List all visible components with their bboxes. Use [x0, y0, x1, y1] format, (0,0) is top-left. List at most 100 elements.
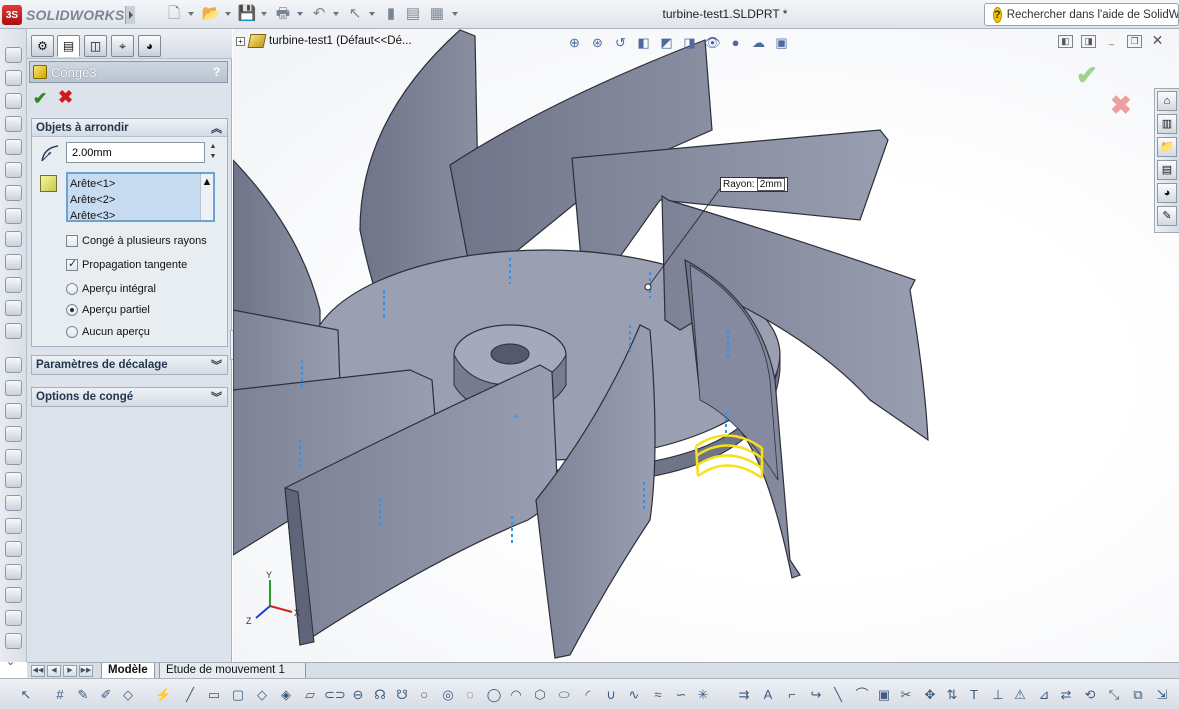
ellipse-icon[interactable]: ⬭ [556, 687, 572, 703]
centerline-icon[interactable]: ⇉ [736, 687, 752, 703]
full-preview-option[interactable]: Aperçu intégral [66, 281, 156, 297]
solidworks-resources-icon[interactable]: ⌂ [1157, 91, 1177, 111]
full-preview-radio[interactable] [66, 283, 78, 295]
display-manager-tab-icon[interactable]: ◕ [138, 35, 161, 57]
intersect-icon[interactable] [5, 541, 22, 557]
print-dropdown-icon[interactable] [297, 12, 303, 16]
open-folder-icon[interactable]: 📂 [200, 5, 222, 23]
text-sketch-icon[interactable]: A [760, 687, 776, 703]
sketch-chamfer-icon[interactable]: ⌐ [784, 687, 800, 703]
slot-icon[interactable]: ⊂⊃ [324, 687, 346, 703]
grid-icon[interactable]: # [52, 687, 68, 703]
center-rectangle-icon[interactable]: ▢ [230, 687, 246, 703]
list-item[interactable]: Arête<2> [70, 192, 213, 208]
mirror-icon[interactable] [5, 426, 22, 442]
parallelogram-icon[interactable]: ▱ [302, 687, 318, 703]
list-item[interactable]: Arête<3> [70, 208, 213, 220]
instant3d-icon[interactable] [5, 495, 22, 511]
sweep-icon[interactable] [5, 93, 22, 109]
minimize-icon[interactable]: _ [1104, 35, 1119, 48]
scale-entities-icon[interactable]: ⤡ [1106, 687, 1122, 703]
extrude-boss-icon[interactable] [5, 47, 22, 63]
file-properties-icon[interactable]: ▤ [402, 5, 424, 23]
save-dropdown-icon[interactable] [261, 12, 267, 16]
offset-entities-icon[interactable]: ↪ [808, 687, 824, 703]
file-explorer-icon[interactable]: 📁 [1157, 137, 1177, 157]
straight-slot-icon[interactable]: ⊖ [350, 687, 366, 703]
arc-slot-icon[interactable]: ☊ [372, 687, 388, 703]
edit-appearance-icon[interactable]: ● [725, 34, 746, 52]
mirror-entities-icon[interactable]: ⚠ [1012, 687, 1028, 703]
tangent-propagation-checkbox[interactable] [66, 257, 78, 271]
help-search-field[interactable]: ? Rechercher dans l'aide de SolidWorks [984, 3, 1179, 26]
menu-expand-arrow[interactable] [125, 6, 135, 24]
equation-curve-icon[interactable]: ∽ [673, 687, 689, 703]
expand-chevron-icon[interactable]: ︾ [211, 357, 222, 373]
extend-entities-icon[interactable]: ✥ [922, 687, 938, 703]
hole-wizard-icon[interactable] [5, 162, 22, 178]
section-view-icon[interactable]: ◧ [633, 34, 654, 52]
radius-callout[interactable]: Rayon: 2mm [720, 177, 788, 192]
curves-icon[interactable] [5, 472, 22, 488]
confirmation-ok-icon[interactable]: ✔ [1076, 60, 1098, 91]
fillet-options-header[interactable]: Options de congé ︾ [32, 388, 227, 406]
select-pointer-icon[interactable]: ↖ [344, 5, 366, 23]
view-settings-icon[interactable]: ▣ [771, 34, 792, 52]
edges-list-scrollbar[interactable]: ▲▼ [200, 174, 213, 220]
view-orientation-icon[interactable]: ◩ [656, 34, 677, 52]
trim-entities-icon[interactable]: ✂ [898, 687, 914, 703]
no-preview-option[interactable]: Aucun aperçu [66, 324, 150, 340]
print-icon[interactable]: 🖶 [272, 5, 294, 23]
move-entities-icon[interactable]: ⇄ [1058, 687, 1074, 703]
prev-tab-icon[interactable]: ◀ [47, 665, 61, 677]
loft-icon[interactable] [5, 116, 22, 132]
freeform-icon[interactable] [5, 564, 22, 580]
ok-checkmark-icon[interactable]: ✔ [33, 89, 47, 109]
tab-motion-study[interactable]: Etude de mouvement 1 [159, 663, 306, 679]
options-icon[interactable]: ▦ [426, 5, 448, 23]
expand-plus-icon[interactable]: + [236, 36, 245, 46]
last-tab-icon[interactable]: ▶▶ [79, 665, 93, 677]
first-tab-icon[interactable]: ◀◀ [31, 665, 45, 677]
fillet-options-group[interactable]: Options de congé ︾ [31, 387, 228, 407]
arc-slot-2-icon[interactable]: ☋ [394, 687, 410, 703]
centerpoint-arc-icon[interactable]: ◌ [462, 687, 478, 703]
next-tab-icon[interactable]: ▶ [63, 665, 77, 677]
feature-manager-tab-icon[interactable]: ⚙ [31, 35, 54, 57]
partial-preview-option[interactable]: Aperçu partiel [66, 302, 150, 318]
extrude-cut-icon[interactable] [5, 139, 22, 155]
jog-line-icon[interactable]: T [966, 687, 982, 703]
solidworks-logo[interactable]: 3S SOLIDWORKS [2, 4, 124, 26]
parabola-icon[interactable]: ∪ [603, 687, 619, 703]
reference-geometry-icon[interactable] [5, 449, 22, 465]
dimxpert-tab-icon[interactable]: ⌖ [111, 35, 134, 57]
combine-icon[interactable] [5, 587, 22, 603]
no-preview-radio[interactable] [66, 326, 78, 338]
custom-properties-icon[interactable]: ✎ [1157, 206, 1177, 226]
polygon-icon[interactable]: ⬡ [532, 687, 548, 703]
radius-spinner[interactable]: ▲ ▼ [207, 142, 219, 163]
3d-sketch-icon[interactable]: ✐ [98, 687, 114, 703]
move-face-icon[interactable] [5, 610, 22, 626]
edges-list-box[interactable]: Arête<1> Arête<2> Arête<3> ▲▼ [66, 172, 215, 222]
point-icon[interactable]: ✳ [695, 687, 711, 703]
linear-pattern-icon[interactable] [5, 277, 22, 293]
wrap-icon[interactable] [5, 380, 22, 396]
tangent-arc-icon[interactable]: ◯ [486, 687, 502, 703]
swept-cut-icon[interactable] [5, 208, 22, 224]
revolve-cut-icon[interactable] [5, 185, 22, 201]
open-dropdown-icon[interactable] [225, 12, 231, 16]
sketch-icon[interactable]: ✎ [75, 687, 91, 703]
sketch-fillet-icon[interactable]: ⚡ [155, 687, 171, 703]
save-icon[interactable]: 💾 [236, 5, 258, 23]
tile-right-icon[interactable]: ◨ [1081, 35, 1096, 48]
offset-parameters-group[interactable]: Paramètres de décalage ︾ [31, 355, 228, 375]
new-document-icon[interactable]: 🗋 [163, 5, 185, 23]
rotate-entities-icon[interactable]: ⟲ [1082, 687, 1098, 703]
blade-back-left[interactable] [233, 159, 321, 331]
help-button[interactable]: ? [213, 65, 227, 79]
turbine-model[interactable]: + Y X Z [233, 29, 1179, 662]
more-commands-chevron-icon[interactable]: ⌄ [6, 655, 15, 668]
circle-icon[interactable]: ○ [416, 687, 432, 703]
radius-callout-value[interactable]: 2mm [756, 178, 785, 191]
